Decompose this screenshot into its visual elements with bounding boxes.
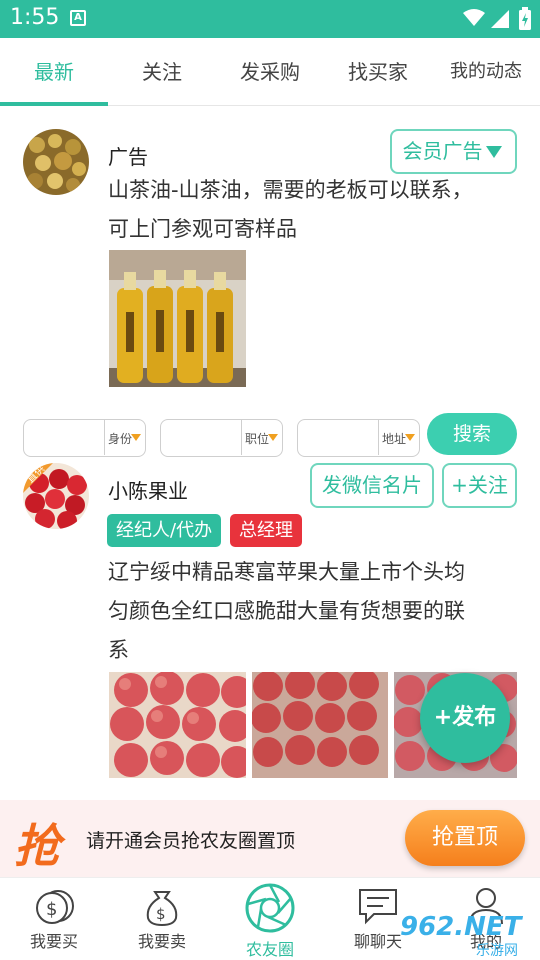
nav-farm-circle[interactable]: 农友圈 [216, 878, 324, 960]
caret-down-icon [405, 434, 415, 441]
address-filter-label: 地址 [382, 432, 407, 446]
tab-post-purchase[interactable]: 发采购 [216, 38, 324, 106]
grab-icon: 抢 [14, 819, 60, 873]
follow-button[interactable]: +关注 [442, 463, 517, 508]
promo-text: 请开通会员抢农友圈置顶 [86, 830, 296, 852]
wifi-icon [463, 9, 485, 26]
post-text-line-3: 系 [108, 638, 129, 662]
filter-divider [104, 420, 105, 455]
member-ad-label: 会员广告 [402, 139, 483, 163]
nav-sell[interactable]: $ 我要卖 [108, 878, 216, 960]
nav-farm-circle-label: 农友圈 [245, 940, 294, 959]
seller-avatar[interactable]: 直供 [23, 463, 89, 529]
filter-divider [241, 420, 242, 455]
top-tab-bar: 最新 关注 发采购 找买家 我的动态 [0, 38, 540, 106]
apple-photo-2[interactable] [252, 672, 388, 778]
caret-down-icon [268, 434, 278, 441]
identity-filter[interactable]: 身份 [23, 419, 146, 457]
ad-text-line-2: 可上门参观可寄样品 [108, 217, 297, 241]
send-wechat-card-button[interactable]: 发微信名片 [310, 463, 434, 508]
chat-icon [359, 889, 397, 925]
seller-username: 小陈果业 [108, 479, 188, 503]
aperture-icon [245, 883, 295, 933]
tab-active-indicator [0, 102, 108, 106]
app-notification-icon: A [70, 10, 86, 26]
nav-buy-label: 我要买 [29, 932, 78, 951]
svg-text:$: $ [46, 899, 57, 920]
member-ad-button[interactable]: 会员广告 [390, 129, 517, 174]
address-filter[interactable]: 地址 [297, 419, 420, 457]
ad-username: 广告 [108, 145, 148, 169]
tab-my-activity[interactable]: 我的动态 [432, 38, 540, 106]
position-filter-label: 职位 [245, 432, 270, 446]
money-bag-icon: $ [146, 891, 178, 927]
nav-sell-label: 我要卖 [137, 932, 186, 951]
svg-text:$: $ [156, 905, 166, 923]
ad-avatar[interactable] [23, 129, 89, 195]
role-tag: 经纪人/代办 [107, 514, 222, 547]
post-text-line-2: 匀颜色全红口感脆甜大量有货想要的联 [108, 599, 465, 623]
triangle-down-icon [486, 146, 502, 158]
search-button[interactable]: 搜索 [427, 413, 517, 455]
battery-icon [519, 7, 531, 30]
dollar-bag-icon: $ [36, 890, 74, 924]
status-time: 1:55 [10, 5, 60, 30]
status-bar: 1:55 A [0, 0, 540, 38]
ad-text-line-1: 山茶油-山茶油，需要的老板可以联系， [108, 178, 473, 202]
tab-latest[interactable]: 最新 [0, 38, 108, 106]
nav-buy[interactable]: $ 我要买 [0, 878, 108, 960]
grab-top-button[interactable]: 抢置顶 [405, 810, 525, 866]
caret-down-icon [131, 434, 141, 441]
identity-filter-label: 身份 [108, 432, 133, 446]
watermark-sub: 乐游网 [476, 943, 518, 959]
post-text-line-1: 辽宁绥中精品寒富苹果大量上市个头均 [108, 560, 465, 584]
tab-find-buyer[interactable]: 找买家 [324, 38, 432, 106]
tea-oil-photo[interactable] [109, 250, 246, 387]
signal-icon [491, 10, 509, 28]
position-filter[interactable]: 职位 [160, 419, 283, 457]
tab-following[interactable]: 关注 [108, 38, 216, 106]
apple-photo-1[interactable] [109, 672, 246, 778]
filter-divider [378, 420, 379, 455]
title-tag: 总经理 [230, 514, 302, 547]
publish-fab-button[interactable]: +发布 [420, 673, 510, 763]
watermark: 962.NET [400, 912, 522, 942]
